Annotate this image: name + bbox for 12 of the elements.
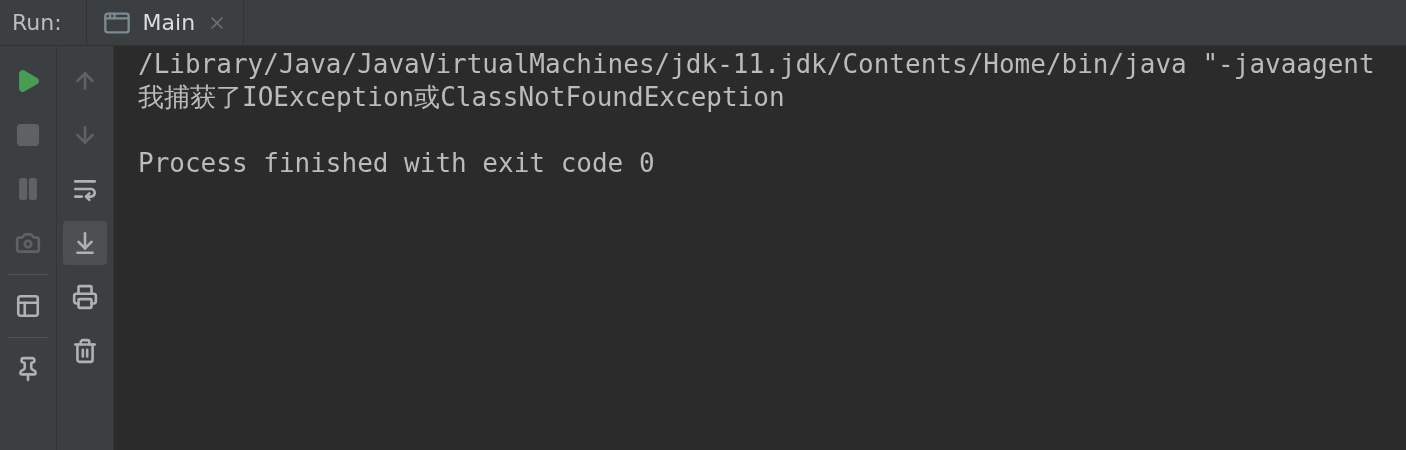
camera-icon bbox=[15, 230, 41, 256]
tab-title: Main bbox=[142, 9, 196, 37]
print-icon bbox=[72, 284, 98, 310]
main-tab[interactable]: Main bbox=[85, 0, 245, 45]
scroll-to-end-button[interactable] bbox=[63, 221, 107, 265]
stop-icon bbox=[15, 122, 41, 148]
console-line: /Library/Java/JavaVirtualMachines/jdk-11.jdk/Contents/Home/bin/java "-javaagent bbox=[138, 48, 1375, 81]
exit-message: Process finished with exit code 0 bbox=[138, 147, 655, 180]
run-label: Run: bbox=[11, 9, 63, 37]
trash-icon bbox=[72, 338, 98, 364]
layout-icon bbox=[15, 293, 41, 319]
console-line: 我捕获了IOException或ClassNotFoundException bbox=[138, 81, 785, 114]
